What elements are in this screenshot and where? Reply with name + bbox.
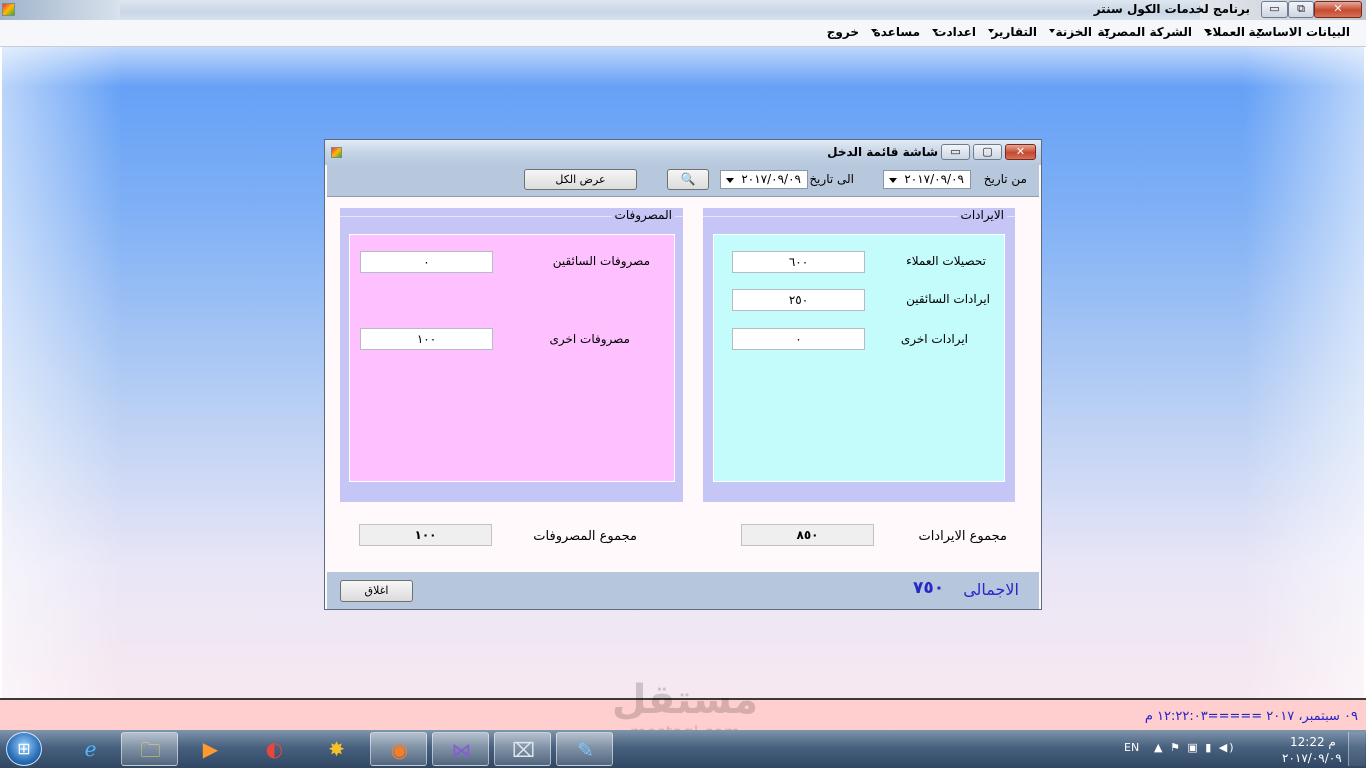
taskbar: ⊞ ℯ 🗀 ▶ ◐ ✸ ◉ ⋈ ⌧ ✎ EN ▲ ⚑ ▣ ▮ ◀) 12:22 …: [0, 730, 1366, 768]
close-button[interactable]: ✕: [1314, 1, 1362, 18]
dialog-titlebar[interactable]: شاشة قائمة الدخل ▭ ▢ ✕: [325, 140, 1041, 165]
other-expenses-label: مصروفات اخرى: [549, 332, 630, 346]
expenses-group: المصروفات مصروفات السائقين ٠ مصروفات اخر…: [340, 208, 683, 502]
total-revenues-label: مجموع الايرادات: [918, 529, 1007, 544]
show-all-button[interactable]: عرض الكل: [524, 169, 637, 190]
status-datetime: ٠٩ سبتمبر، ٢٠١٧ =====١٢:٢٢:٠٣ م: [1144, 709, 1358, 724]
taskbar-app-cash-register[interactable]: ⌧: [494, 732, 551, 766]
close-dialog-button[interactable]: اغلاق: [340, 580, 413, 602]
to-date-value: ٢٠١٧/٠٩/٠٩: [741, 172, 801, 186]
dialog-close-button[interactable]: ✕: [1005, 144, 1036, 160]
file-explorer-icon: 🗀: [140, 738, 161, 762]
total-revenues-field: ٨٥٠: [741, 524, 874, 546]
menu-reports[interactable]: التقارير: [991, 25, 1037, 39]
driver-expenses-input[interactable]: ٠: [360, 251, 493, 273]
system-tray-icons[interactable]: ▲ ⚑ ▣ ▮ ◀): [1154, 741, 1236, 754]
search-icon: 🔍: [680, 172, 696, 186]
chevron-down-icon: [1049, 29, 1055, 33]
to-date-picker[interactable]: ٢٠١٧/٠٩/٠٩: [720, 170, 808, 189]
workspace-glow-left: [2, 47, 122, 698]
to-date-label: الى تاريخ: [809, 172, 854, 186]
menu-settings[interactable]: اعدادت: [934, 25, 976, 39]
chevron-down-icon[interactable]: [726, 178, 734, 183]
chevron-down-icon: [932, 29, 938, 33]
chevron-down-icon: [988, 29, 994, 33]
revenues-panel: تحصيلات العملاء ٦٠٠ ايرادات السائقين ٢٥٠…: [713, 234, 1005, 482]
media-player-icon: ▶: [202, 737, 219, 761]
expenses-group-title: المصروفات: [611, 208, 675, 222]
from-date-value: ٢٠١٧/٠٩/٠٩: [904, 172, 964, 186]
workspace-glow-right: [1244, 47, 1364, 698]
customer-collections-input[interactable]: ٦٠٠: [732, 251, 865, 273]
language-indicator[interactable]: EN: [1124, 741, 1139, 754]
colorful-app-icon: ✸: [328, 737, 345, 761]
watermark-text: مستقل: [611, 677, 759, 723]
taskbar-app-firefox[interactable]: ◉: [370, 732, 427, 766]
other-expenses-input[interactable]: ١٠٠: [360, 328, 493, 350]
chevron-down-icon: [1104, 29, 1110, 33]
taskbar-app-visual-studio[interactable]: ⋈: [432, 732, 489, 766]
search-button[interactable]: 🔍: [667, 169, 709, 190]
menu-customers[interactable]: العملاء: [1206, 25, 1245, 39]
other-revenues-label: ايرادات اخرى: [900, 332, 968, 346]
from-date-label: من تاريخ: [983, 172, 1027, 186]
chevron-down-icon: [1204, 29, 1210, 33]
driver-revenues-input[interactable]: ٢٥٠: [732, 289, 865, 311]
start-button[interactable]: ⊞: [6, 732, 42, 766]
menu-basic-data[interactable]: البيانات الاساسية: [1248, 25, 1350, 39]
firefox-icon: ◉: [390, 738, 409, 762]
menu-egyptian-company[interactable]: الشركة المصرية: [1098, 25, 1192, 39]
internet-explorer-icon: ℯ: [84, 737, 97, 761]
dialog-maximize-button[interactable]: ▢: [973, 144, 1002, 160]
clock-date[interactable]: ٢٠١٧/٠٩/٠٩: [1282, 751, 1342, 765]
customer-collections-label: تحصيلات العملاء: [906, 254, 986, 268]
income-statement-dialog: شاشة قائمة الدخل ▭ ▢ ✕ من تاريخ ٢٠١٧/٠٩/…: [324, 139, 1042, 610]
dialog-title: شاشة قائمة الدخل: [827, 145, 938, 159]
driver-expenses-label: مصروفات السائقين: [552, 254, 650, 268]
paint-icon: ✎: [577, 738, 594, 762]
visual-studio-icon: ⋈: [451, 738, 472, 762]
revenues-group: الايرادات تحصيلات العملاء ٦٠٠ ايرادات ال…: [703, 208, 1015, 502]
taskbar-app-paint[interactable]: ✎: [556, 732, 613, 766]
taskbar-app-browser[interactable]: ◐: [246, 732, 303, 766]
dialog-minimize-button[interactable]: ▭: [941, 144, 970, 160]
chevron-down-icon: [871, 29, 877, 33]
taskbar-app-colorful[interactable]: ✸: [308, 732, 365, 766]
chevron-down-icon: [1257, 29, 1263, 33]
main-window-title: برنامج لخدمات الكول سنتر: [1093, 2, 1250, 16]
revenues-group-title: الايرادات: [957, 208, 1007, 222]
taskbar-app-file-explorer[interactable]: 🗀: [121, 732, 178, 766]
app-icon: [2, 3, 15, 16]
menu-help[interactable]: مساعدة: [874, 25, 920, 39]
net-total-label: الاجمالى: [963, 580, 1019, 599]
dialog-bottom-bar: الاجمالى ٧٥٠ اغلاق: [327, 572, 1039, 609]
minimize-button[interactable]: ▭: [1261, 1, 1288, 18]
clock-time[interactable]: 12:22 م: [1290, 735, 1336, 749]
show-desktop-button[interactable]: [1348, 732, 1365, 766]
total-expenses-label: مجموع المصروفات: [533, 529, 637, 544]
total-expenses-field: ١٠٠: [359, 524, 492, 546]
cash-register-icon: ⌧: [511, 738, 536, 762]
from-date-picker[interactable]: ٢٠١٧/٠٩/٠٩: [883, 170, 971, 189]
menu-bar: البيانات الاساسية العملاء الشركة المصرية…: [0, 20, 1366, 47]
chevron-down-icon[interactable]: [889, 178, 897, 183]
menu-treasury[interactable]: الخزنة: [1055, 25, 1092, 39]
main-window-titlebar[interactable]: برنامج لخدمات الكول سنتر ▭ ⧉ ✕: [0, 0, 1366, 20]
maximize-button[interactable]: ⧉: [1288, 1, 1314, 18]
titlebar-left-area: [0, 0, 120, 20]
dialog-app-icon: [331, 147, 342, 158]
taskbar-app-internet-explorer[interactable]: ℯ: [62, 732, 119, 766]
browser-icon: ◐: [265, 737, 284, 761]
net-total-value: ٧٥٠: [913, 578, 945, 598]
taskbar-app-media-player[interactable]: ▶: [182, 732, 239, 766]
menu-exit[interactable]: خروج: [827, 25, 859, 39]
other-revenues-input[interactable]: ٠: [732, 328, 865, 350]
driver-revenues-label: ايرادات السائقين: [906, 292, 990, 306]
expenses-panel: مصروفات السائقين ٠ مصروفات اخرى ١٠٠: [349, 234, 675, 482]
windows-logo-icon: ⊞: [17, 739, 31, 758]
date-filter-toolbar: من تاريخ ٢٠١٧/٠٩/٠٩ الى تاريخ ٢٠١٧/٠٩/٠٩…: [327, 165, 1039, 197]
workspace-glow-top: [2, 47, 1364, 87]
